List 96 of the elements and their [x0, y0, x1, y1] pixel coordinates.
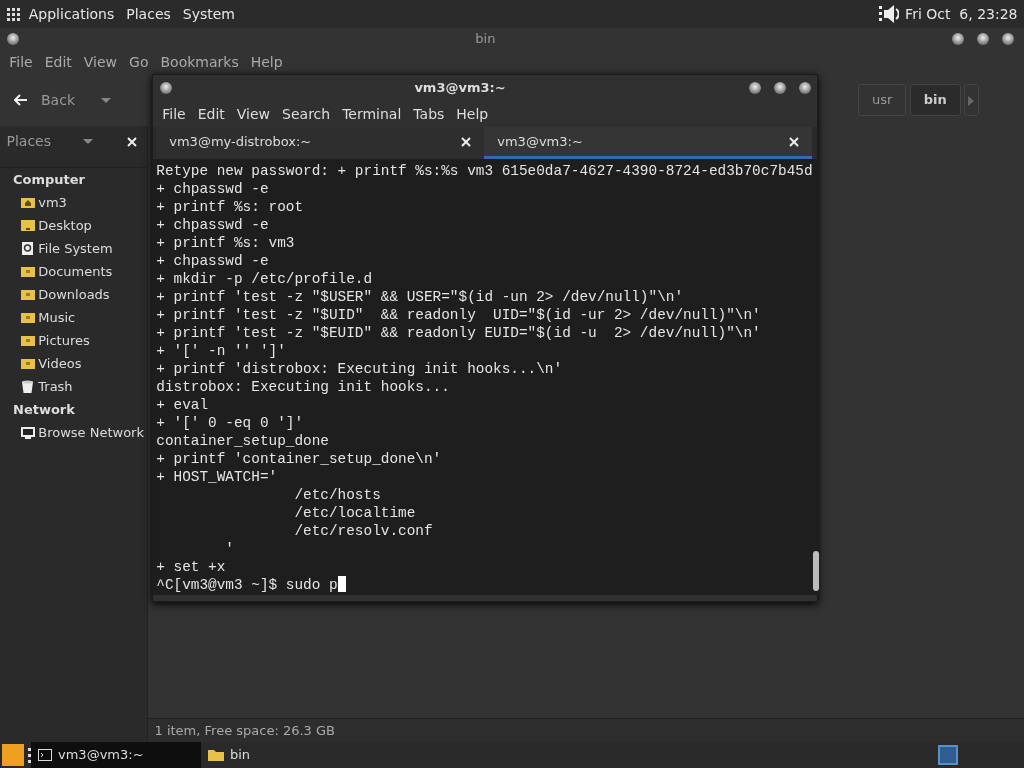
close-icon[interactable] — [461, 136, 472, 147]
terminal-icon — [37, 749, 52, 761]
menu-item[interactable]: File — [3, 51, 39, 73]
folder-icon — [21, 357, 35, 370]
sidebar-item[interactable]: Browse Network — [38, 422, 144, 443]
sidebar-item[interactable]: Desktop — [38, 215, 92, 236]
sidebar-item[interactable]: Music — [38, 307, 76, 328]
terminal-line: + set +x — [156, 559, 226, 576]
window-button[interactable] — [798, 82, 811, 94]
terminal-line: distrobox: Executing init hooks... — [156, 379, 450, 396]
sidebar-item[interactable]: Documents — [38, 261, 113, 282]
sidebar-item[interactable]: File System — [38, 238, 113, 259]
terminal-line: + printf %s: vm3 — [156, 235, 295, 252]
menu-item[interactable]: Edit — [38, 51, 78, 73]
close-icon[interactable] — [127, 136, 138, 147]
back-button[interactable]: Back — [6, 85, 83, 115]
window-button[interactable] — [1002, 33, 1015, 45]
taskbar-button[interactable]: vm3@vm3:~ — [31, 742, 201, 768]
folder-icon — [21, 288, 35, 301]
menu-item[interactable]: View — [77, 51, 124, 73]
window-button[interactable] — [6, 33, 19, 45]
path-button[interactable]: usr — [858, 84, 907, 116]
menu-item[interactable]: File — [156, 103, 192, 125]
terminal-tab[interactable]: vm3@my-distrobox:~ — [156, 127, 485, 159]
terminal-line: /etc/hosts — [293, 487, 381, 504]
window-button[interactable] — [952, 33, 965, 45]
monitor-icon — [21, 426, 35, 439]
sidebar-item[interactable]: Trash — [38, 376, 73, 397]
terminal-line: + HOST_WATCH=' — [156, 469, 278, 486]
clock: Fri Oct 6, 23:28 — [905, 4, 1018, 24]
terminal-line: + mkdir -p /etc/profile.d — [156, 271, 373, 288]
terminal-line: + printf 'container_setup_done\n' — [156, 451, 442, 468]
handle-icon — [28, 747, 31, 763]
menu-item[interactable]: View — [230, 103, 277, 125]
caret-icon — [83, 138, 93, 144]
terminal-line: + chpasswd -e — [156, 253, 269, 270]
terminal-tab[interactable]: vm3@vm3:~ — [484, 127, 813, 159]
window-button[interactable] — [773, 82, 786, 94]
terminal-line: + chpasswd -e — [156, 217, 269, 234]
sidebar-item[interactable]: Pictures — [38, 330, 90, 351]
taskbar-button[interactable]: bin — [201, 742, 371, 768]
arrow-right-icon — [968, 95, 975, 106]
menu-item[interactable]: Search — [276, 103, 337, 125]
drive-icon — [21, 242, 35, 255]
caret-icon — [100, 97, 111, 103]
apps-grid-icon — [6, 7, 20, 21]
home-folder-icon — [21, 196, 35, 209]
trash-icon — [21, 380, 35, 393]
terminal-line: + printf 'distrobox: Executing init hooks...\n' — [156, 361, 563, 378]
volume-icon — [878, 4, 899, 24]
text-cursor — [337, 576, 346, 593]
sidebar-item[interactable]: vm3 — [38, 192, 67, 213]
panel-menu[interactable]: Applications — [22, 3, 121, 25]
menu-item[interactable]: Help — [244, 51, 289, 73]
terminal-line: ' — [224, 541, 234, 558]
panel-menu[interactable]: System — [176, 3, 241, 25]
terminal-line: + printf 'test -z "$USER" && USER="$(id -un 2> /dev/null)"\n' — [156, 289, 684, 306]
menu-item[interactable]: Go — [123, 51, 155, 73]
menu-item[interactable]: Tabs — [407, 103, 451, 125]
folder-icon — [21, 334, 35, 347]
menu-item[interactable]: Edit — [191, 103, 231, 125]
terminal-line: + printf %s: root — [156, 199, 304, 216]
section-heading: Network — [13, 400, 75, 419]
section-heading: Computer — [13, 170, 86, 189]
terminal-line: Retype new password: + printf %s:%s vm3 615e0da7-4627-4390-8724-ed3b70c7b45d — [156, 163, 813, 180]
terminal-line: + chpasswd -e — [156, 181, 269, 198]
close-icon[interactable] — [789, 136, 800, 147]
terminal-line: /etc/resolv.conf — [293, 523, 433, 540]
folder-icon — [21, 265, 35, 278]
terminal-line: + '[' 0 -eq 0 ']' — [156, 415, 304, 432]
menu-item[interactable]: Bookmarks — [154, 51, 245, 73]
window-button[interactable] — [977, 33, 990, 45]
sidebar-title: Places — [6, 131, 51, 151]
folder-icon — [21, 219, 35, 232]
back-arrow-icon — [14, 94, 28, 106]
folder-icon — [21, 311, 35, 324]
window-button[interactable] — [159, 82, 172, 94]
window-title: vm3@vm3:~ — [413, 79, 507, 98]
folder-icon — [207, 749, 224, 761]
sidebar-item[interactable]: Videos — [38, 353, 82, 374]
terminal-line: /etc/localtime — [293, 505, 416, 522]
terminal-line: ^C[vm3@vm3 ~]$ sudo p — [156, 577, 338, 594]
status-text: 1 item, Free space: 26.3 GB — [154, 721, 335, 740]
menu-item[interactable]: Help — [450, 103, 495, 125]
window-title: bin — [474, 30, 497, 49]
menu-item[interactable]: Terminal — [336, 103, 408, 125]
terminal-line: + '[' -n '' ']' — [156, 343, 286, 360]
panel-menu[interactable]: Places — [120, 3, 177, 25]
terminal-line: + printf 'test -z "$EUID" && readonly EUID="$(id -u 2> /dev/null)"\n' — [156, 325, 761, 342]
terminal-line: + eval — [156, 397, 209, 414]
sidebar-item[interactable]: Downloads — [38, 284, 110, 305]
path-button[interactable]: bin — [909, 84, 961, 116]
window-button[interactable] — [748, 82, 761, 94]
terminal-line: container_setup_done — [156, 433, 329, 450]
scrollbar-thumb[interactable] — [812, 551, 819, 591]
terminal-line: + printf 'test -z "$UID" && readonly UID="$(id -ur 2> /dev/null)"\n' — [156, 307, 761, 324]
